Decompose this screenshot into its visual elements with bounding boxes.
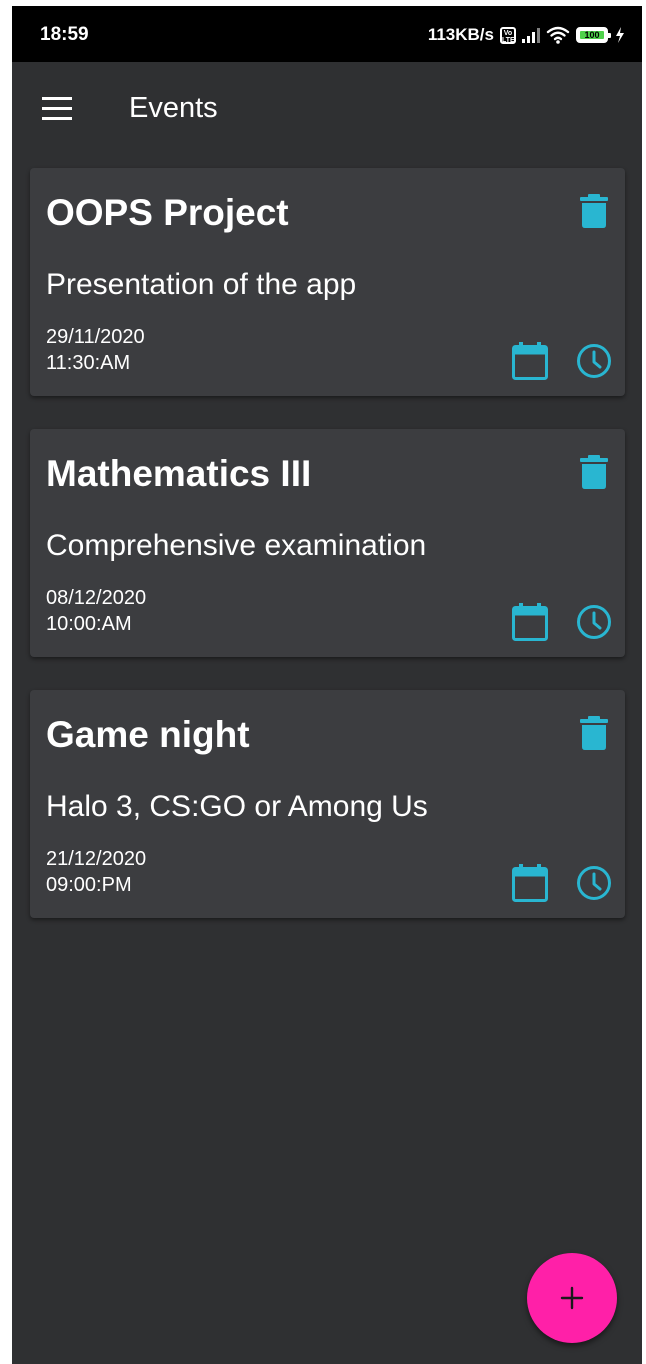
network-speed: 113KB/s	[427, 25, 494, 44]
trash-icon[interactable]	[580, 194, 608, 228]
battery-icon: 100	[576, 27, 611, 43]
event-date: 29/11/2020	[46, 326, 145, 348]
event-title: Game night	[46, 714, 250, 755]
event-time: 09:00:PM	[46, 874, 132, 896]
app-bar: Events	[12, 62, 642, 158]
hamburger-menu-icon[interactable]	[40, 96, 74, 124]
event-title: Mathematics III	[46, 453, 312, 494]
trash-icon[interactable]	[580, 455, 608, 489]
signal-icon	[522, 27, 540, 43]
calendar-icon[interactable]	[512, 603, 548, 641]
clock-icon[interactable]	[576, 865, 612, 901]
event-description: Comprehensive examination	[46, 529, 427, 562]
event-title: OOPS Project	[46, 192, 289, 233]
event-time: 11:30:AM	[46, 352, 131, 374]
calendar-icon[interactable]	[512, 342, 548, 380]
clock-icon[interactable]	[576, 604, 612, 640]
page-title: Events	[129, 92, 218, 124]
plus-icon	[560, 1286, 584, 1310]
event-time: 10:00:AM	[46, 613, 132, 635]
calendar-icon[interactable]	[512, 864, 548, 902]
add-event-button[interactable]	[527, 1253, 617, 1343]
event-description: Presentation of the app	[46, 268, 357, 301]
status-bar: 18:59 113KB/s Vo LTE 100	[12, 6, 642, 62]
battery-level: 100	[580, 31, 604, 40]
event-date: 08/12/2020	[46, 587, 147, 609]
clock-icon[interactable]	[576, 343, 612, 379]
wifi-icon	[546, 26, 570, 44]
event-card[interactable]: OOPS Project Presentation of the app 29/…	[30, 168, 625, 396]
event-card[interactable]: Mathematics III Comprehensive examinatio…	[30, 429, 625, 657]
volte-icon: Vo LTE	[500, 26, 516, 44]
status-icons: 113KB/s Vo LTE 100	[428, 22, 626, 48]
event-description: Halo 3, CS:GO or Among Us	[46, 790, 428, 823]
app-screen: 18:59 113KB/s Vo LTE 100 Events OOPS Pro…	[12, 6, 642, 1364]
charging-icon	[616, 27, 624, 43]
event-card[interactable]: Game night Halo 3, CS:GO or Among Us 21/…	[30, 690, 625, 918]
battery-tip	[608, 33, 611, 38]
status-time: 18:59	[40, 24, 89, 45]
event-date: 21/12/2020	[46, 848, 147, 870]
trash-icon[interactable]	[580, 716, 608, 750]
